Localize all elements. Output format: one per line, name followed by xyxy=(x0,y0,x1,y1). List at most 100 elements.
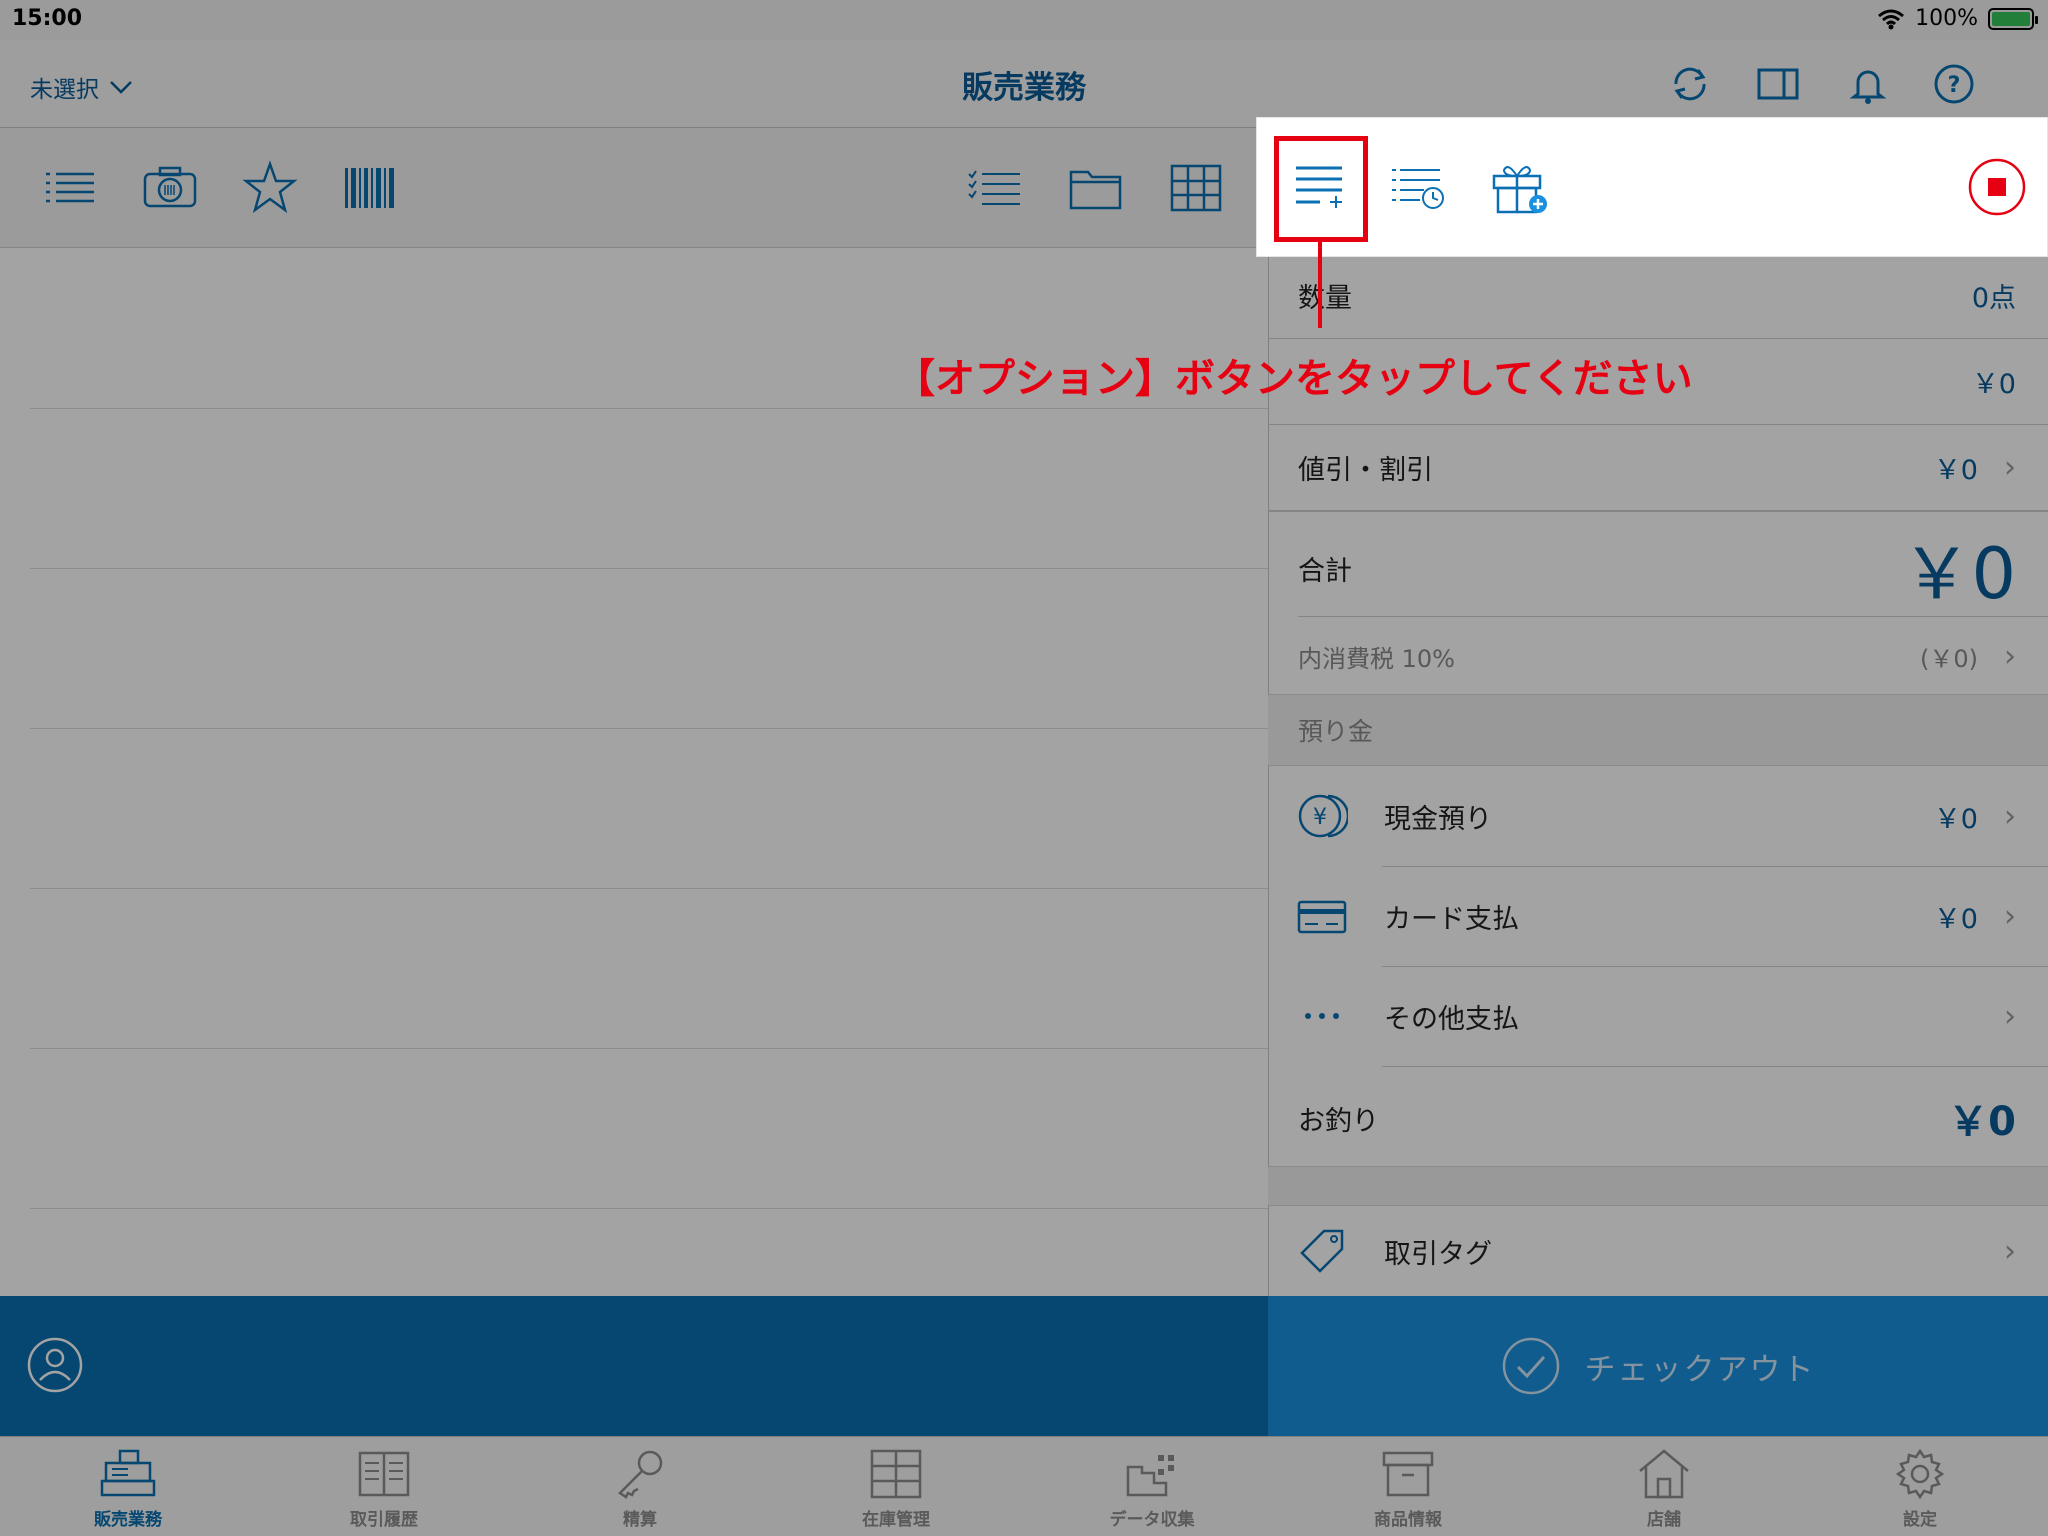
quantity-value: 0点 xyxy=(1971,282,2016,314)
cart-item-list xyxy=(0,248,1268,1296)
transaction-tag-label: 取引タグ xyxy=(1384,1238,1492,1270)
tab-inventory[interactable]: 在庫管理 xyxy=(768,1437,1024,1536)
tab-label: 店舗 xyxy=(1647,1510,1681,1530)
barcode-icon[interactable] xyxy=(342,160,398,216)
register-icon xyxy=(100,1449,156,1497)
checklist-icon[interactable] xyxy=(966,160,1022,216)
tag-icon xyxy=(1296,1225,1348,1277)
tab-sales[interactable]: 販売業務 xyxy=(0,1437,256,1536)
box-icon xyxy=(1382,1451,1434,1497)
gear-icon xyxy=(1895,1448,1945,1500)
card-payment-label: カード支払 xyxy=(1384,903,1519,935)
status-bar xyxy=(0,0,2048,40)
quantity-label: 数量 xyxy=(1298,282,1352,314)
change-row: お釣り ￥0 xyxy=(1268,1070,2048,1166)
transaction-tag-row[interactable]: 取引タグ › xyxy=(1268,1206,2048,1296)
credit-card-icon xyxy=(1296,890,1348,942)
star-icon[interactable] xyxy=(242,160,298,216)
gift-add-icon[interactable] xyxy=(1490,158,1550,218)
page-title: 販売業務 xyxy=(962,70,1086,106)
tax-value: (￥0) xyxy=(1920,644,1978,673)
cart-toolbar xyxy=(1256,117,2048,257)
tab-label: 設定 xyxy=(1903,1510,1937,1530)
cash-payment-row[interactable]: ¥ 現金預り ￥0 › xyxy=(1268,766,2048,866)
sync-icon[interactable] xyxy=(1668,62,1712,106)
status-time: 15:00 xyxy=(12,6,83,31)
tab-settings[interactable]: 設定 xyxy=(1792,1437,2048,1536)
card-payment-row[interactable]: カード支払 ￥0 › xyxy=(1268,866,2048,966)
callout-line xyxy=(1318,242,1322,328)
total-value: ￥0 xyxy=(1901,532,2016,615)
tab-history[interactable]: 取引履歴 xyxy=(256,1437,512,1536)
bell-icon[interactable] xyxy=(1846,62,1890,106)
highlight-box xyxy=(1274,136,1368,242)
hold-list-clock-icon[interactable] xyxy=(1388,158,1448,218)
tab-label: 取引履歴 xyxy=(350,1510,418,1530)
tab-settlement[interactable]: 精算 xyxy=(512,1437,768,1536)
list-divider xyxy=(30,568,1268,569)
tab-bar: 販売業務 取引履歴 精算 在庫管理 データ収集 商品情報 店舗 設定 xyxy=(0,1436,2048,1536)
chevron-right-icon: › xyxy=(2004,449,2016,485)
list-divider xyxy=(30,1208,1268,1209)
discount-value: ￥0 xyxy=(1933,454,1978,486)
store-icon xyxy=(1639,1449,1689,1499)
help-icon[interactable]: ? xyxy=(1932,62,1976,106)
tab-label: 商品情報 xyxy=(1374,1510,1442,1530)
tab-data-collection[interactable]: データ収集 xyxy=(1024,1437,1280,1536)
change-value: ￥0 xyxy=(1948,1099,2016,1145)
chevron-right-icon: › xyxy=(2004,638,2016,674)
chevron-right-icon: › xyxy=(2004,1233,2016,1269)
camera-scan-icon[interactable] xyxy=(142,160,198,216)
cash-payment-value: ￥0 xyxy=(1933,803,1978,835)
callout-instruction: 【オプション】ボタンをタップしてください xyxy=(895,356,1693,402)
wifi-icon xyxy=(1878,9,1905,29)
tab-label: データ収集 xyxy=(1109,1510,1195,1530)
checkout-button[interactable]: チェックアウト xyxy=(1268,1296,2048,1436)
list-divider xyxy=(30,408,1268,409)
customer-bar xyxy=(0,1296,1268,1436)
discount-label: 値引・割引 xyxy=(1298,454,1433,486)
battery-icon xyxy=(1988,7,2038,30)
split-view-icon[interactable] xyxy=(1756,62,1800,106)
tax-label: 内消費税 10% xyxy=(1298,644,1455,673)
customer-icon[interactable] xyxy=(26,1336,84,1394)
deposit-header: 預り金 xyxy=(1268,694,2048,766)
key-icon xyxy=(618,1450,663,1499)
quantity-row: 数量 0点 xyxy=(1268,252,2048,338)
discount-row[interactable]: 値引・割引 ￥0 › xyxy=(1268,424,2048,510)
tab-label: 精算 xyxy=(623,1510,657,1530)
tab-products[interactable]: 商品情報 xyxy=(1280,1437,1536,1536)
list-divider xyxy=(30,728,1268,729)
status-indicators: 100% xyxy=(1877,6,2038,31)
subtotal-value: ￥0 xyxy=(1971,368,2016,400)
tab-label: 在庫管理 xyxy=(862,1510,930,1530)
checkout-label: チェックアウト xyxy=(1584,1351,1816,1388)
chevron-right-icon: › xyxy=(2004,898,2016,934)
tab-label: 販売業務 xyxy=(94,1510,162,1530)
list-divider xyxy=(30,888,1268,889)
grid-icon[interactable] xyxy=(1168,160,1224,216)
yen-coin-icon: ¥ xyxy=(1296,790,1348,842)
total-row: 合計 ￥0 xyxy=(1268,520,2048,616)
divider xyxy=(1268,510,2048,512)
tab-store[interactable]: 店舗 xyxy=(1536,1437,1792,1536)
svg-text:¥: ¥ xyxy=(1313,805,1327,830)
chevron-right-icon: › xyxy=(2004,798,2016,834)
list-icon[interactable] xyxy=(42,160,98,216)
other-payment-label: その他支払 xyxy=(1384,1003,1519,1035)
svg-text:?: ? xyxy=(1948,73,1961,98)
cash-payment-label: 現金預り xyxy=(1384,803,1492,835)
tax-row[interactable]: 内消費税 10% (￥0) › xyxy=(1268,618,2048,694)
folder-icon[interactable] xyxy=(1068,160,1124,216)
cabinet-icon xyxy=(870,1449,922,1499)
book-icon xyxy=(358,1451,410,1497)
data-collect-icon xyxy=(1126,1455,1174,1497)
divider xyxy=(1298,616,2048,617)
stop-record-icon[interactable] xyxy=(1968,158,2026,216)
divider xyxy=(1382,1066,2048,1067)
section-gap xyxy=(1268,1166,2048,1206)
total-label: 合計 xyxy=(1298,555,1352,587)
battery-percent: 100% xyxy=(1915,6,1978,31)
other-payment-row[interactable]: その他支払 › xyxy=(1268,966,2048,1066)
more-dots-icon xyxy=(1296,990,1348,1042)
